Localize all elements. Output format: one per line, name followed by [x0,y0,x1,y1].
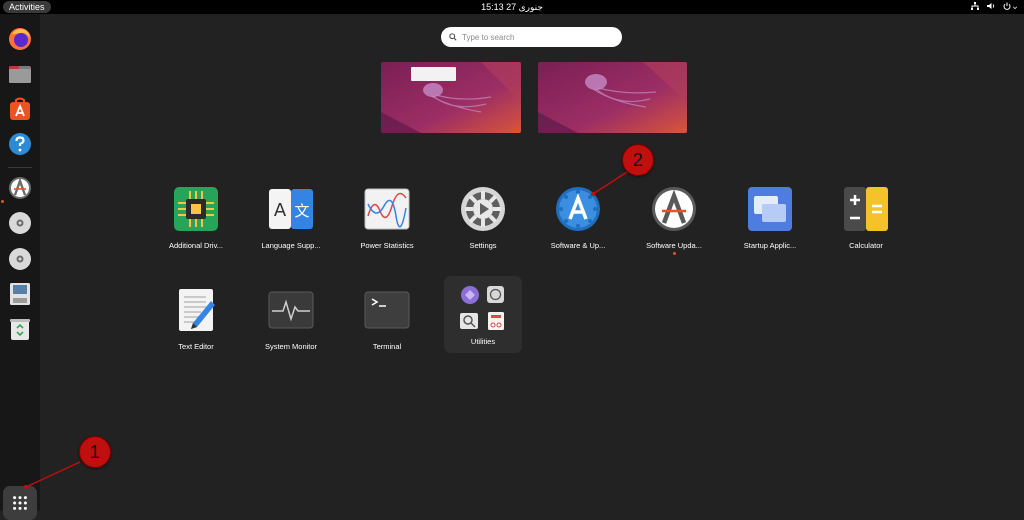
app-software-and-updates[interactable]: Software & Up... [530,185,626,265]
dock-item-files[interactable] [5,59,35,89]
app-label: Additional Driv... [168,241,224,250]
app-settings[interactable]: Settings [435,185,531,265]
search-bar[interactable] [441,27,622,47]
dock-item-software-updater[interactable] [5,173,35,203]
folder-icon [460,286,504,330]
app-label: Startup Applic... [743,241,797,250]
app-label: Terminal [372,342,402,351]
dock-item-floppy[interactable] [5,279,35,309]
app-center-icon [10,97,30,120]
language-icon: A 文 [269,189,313,229]
app-power-statistics[interactable]: Power Statistics [339,185,435,265]
show-apps-button[interactable] [3,486,37,520]
trash-icon [10,319,30,340]
top-bar: Activities 15:13 27 جنوری [0,0,1024,14]
app-label: Text Editor [178,342,214,351]
app-terminal[interactable]: Terminal [339,286,435,366]
app-additional-drivers[interactable]: Additional Driv... [148,185,244,265]
text-editor-icon [179,289,215,331]
software-updater-icon [9,177,31,199]
app-software-updater[interactable]: Software Upda... [626,185,722,265]
network-icon[interactable] [970,1,980,13]
help-icon [9,133,31,155]
app-text-editor[interactable]: Text Editor [148,286,244,366]
floppy-icon [10,283,30,305]
app-label: Power Statistics [360,241,414,250]
dock-item-app-center[interactable] [5,94,35,124]
app-calculator[interactable]: Calculator [818,185,914,265]
dock-separator [8,167,32,168]
running-indicator [1,200,4,203]
app-label: Software Upda... [646,241,702,250]
annotation-marker-1: 1 [79,436,111,468]
terminal-icon [364,291,410,329]
app-label: Language Supp... [261,241,321,250]
workspace-thumbnail-1[interactable] [381,62,521,133]
workspace-thumbnail-2[interactable] [538,62,687,133]
settings-gear-icon [461,187,505,231]
annotation-marker-2: 2 [622,144,654,176]
volume-icon[interactable] [986,1,996,13]
grid-icon [13,496,27,510]
power-icon[interactable] [1002,1,1018,13]
search-icon [449,33,457,41]
app-label: Software & Up... [550,241,606,250]
app-label: Settings [469,241,497,250]
clock[interactable]: 15:13 27 جنوری [0,1,1024,13]
app-language-support[interactable]: A 文 Language Supp... [243,185,339,265]
software-sources-icon [556,187,600,231]
disc-icon [9,212,31,234]
wallpaper-jellyfish [538,62,687,133]
dock-item-disc-1[interactable] [5,208,35,238]
svg-text:A: A [274,200,287,221]
power-statistics-icon [364,188,410,230]
firefox-icon [9,28,31,50]
svg-text:文: 文 [294,202,309,220]
dock-item-help[interactable] [5,129,35,159]
calculator-icon [844,187,888,231]
system-tray[interactable] [970,1,1018,13]
dock-item-trash[interactable] [5,314,35,344]
dock [0,14,40,520]
disc-icon [9,248,31,270]
files-icon [9,66,31,83]
window-thumbnail[interactable] [411,67,456,81]
app-label: Utilities [470,337,496,346]
chip-icon [174,187,218,231]
search-input[interactable] [462,32,612,42]
folder-utilities[interactable]: Utilities [444,276,522,353]
dock-item-firefox[interactable] [5,24,35,54]
startup-apps-icon [748,187,792,231]
software-updater-icon [652,187,696,231]
app-label: Calculator [849,241,883,250]
app-label: System Monitor [264,342,318,351]
app-startup-applications[interactable]: Startup Applic... [722,185,818,265]
dock-item-disc-2[interactable] [5,244,35,274]
system-monitor-icon [268,291,314,329]
app-system-monitor[interactable]: System Monitor [243,286,339,366]
running-indicator [672,252,676,255]
